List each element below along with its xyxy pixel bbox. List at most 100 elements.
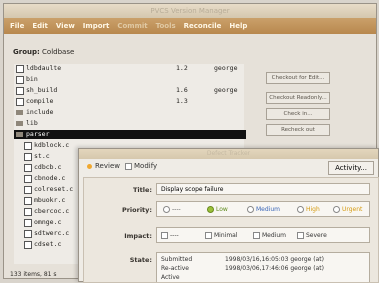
priority-option[interactable]: Low: [207, 206, 228, 213]
menu-reconcile[interactable]: Reconcile: [184, 22, 222, 30]
priority-option[interactable]: High: [297, 206, 320, 213]
priority-option-label: High: [306, 206, 320, 213]
checkbox-icon: [161, 232, 168, 239]
radio-icon: [207, 206, 214, 213]
group-label: Group:: [13, 48, 40, 56]
state-history: Submitted 1998/03/16,16:05:03 george (at)…: [156, 252, 370, 282]
impact-option[interactable]: ----: [161, 232, 179, 239]
title-field[interactable]: Display scope failure: [156, 183, 370, 195]
priority-option-label: ----: [172, 206, 181, 213]
file-icon: [24, 241, 32, 249]
group-row: Group: Coldbase: [13, 48, 74, 56]
priority-option-label: Urgent: [342, 206, 363, 213]
file-icon: [16, 87, 24, 95]
file-icon: [24, 142, 32, 150]
radio-icon: [247, 206, 254, 213]
folder-icon: [16, 132, 23, 137]
tree-row-name: omnge.c: [34, 218, 62, 226]
checkbox-icon: [205, 232, 212, 239]
folder-icon: [16, 121, 23, 126]
menu-commit[interactable]: Commit: [117, 22, 147, 30]
checkbox-icon: [125, 162, 132, 170]
radio-icon: [333, 206, 340, 213]
checkbox-icon: [297, 232, 304, 239]
menu-view[interactable]: View: [56, 22, 75, 30]
tree-row[interactable]: ldbdaulte 1.2 george: [14, 64, 244, 73]
priority-radio-group[interactable]: ---- Low Medium High Urgent: [156, 201, 370, 217]
tree-row-revision: 1.6: [176, 86, 188, 94]
tree-row[interactable]: compile 1.3: [14, 97, 244, 106]
recheck-out-button[interactable]: Recheck out: [266, 124, 330, 136]
tab-row: Review Modify Activity...: [79, 159, 379, 177]
radio-icon: [163, 206, 170, 213]
tree-row-name: sh_build: [26, 86, 58, 94]
folder-icon: [16, 110, 23, 115]
priority-option[interactable]: ----: [163, 206, 181, 213]
tree-row[interactable]: sh_build 1.6 george: [14, 86, 244, 95]
priority-option-label: Medium: [256, 206, 280, 213]
file-icon: [16, 65, 24, 73]
tree-row-name: mbuokr.c: [34, 196, 66, 204]
title-label: Title:: [132, 186, 152, 194]
file-icon: [24, 208, 32, 216]
defect-window: Defect Tracker Review Modify Activity...…: [78, 148, 379, 283]
tree-row-revision: 1.2: [176, 64, 188, 72]
menu-help[interactable]: Help: [229, 22, 247, 30]
file-icon: [24, 164, 32, 172]
tree-row-name: colreset.c: [34, 185, 74, 193]
tree-row-name: cbercoc.c: [34, 207, 70, 215]
tree-row-revision: 1.3: [176, 97, 188, 105]
checkout-readonly-button[interactable]: Checkout Readonly...: [266, 92, 330, 104]
tree-row-name: cbnode.c: [34, 174, 66, 182]
tree-row-name: parser: [26, 130, 50, 138]
impact-option[interactable]: Severe: [297, 232, 327, 239]
tree-row-name: st.c: [34, 152, 50, 160]
state-detail: 1998/03/16,16:05:03 george (at): [225, 256, 324, 263]
impact-option-label: Minimal: [214, 232, 238, 239]
impact-option-label: Severe: [306, 232, 327, 239]
state-label: State:: [129, 256, 152, 264]
tab-review[interactable]: Review: [87, 162, 120, 170]
defect-form: Title: Display scope failure Priority: -…: [83, 177, 379, 283]
priority-option-label: Low: [216, 206, 228, 213]
group-value: Coldbase: [42, 48, 75, 56]
tree-row[interactable]: bin: [14, 75, 244, 84]
menu-tools[interactable]: Tools: [156, 22, 176, 30]
impact-option[interactable]: Minimal: [205, 232, 238, 239]
impact-label: Impact:: [124, 232, 152, 240]
tree-row[interactable]: lib: [14, 119, 244, 128]
impact-option-label: Medium: [262, 232, 286, 239]
main-title: PVCS Version Manager: [4, 4, 376, 18]
checkout-edit-button[interactable]: Checkout for Edit...: [266, 72, 330, 84]
tree-row-name: kdblock.c: [34, 141, 70, 149]
impact-checkbox-group[interactable]: ---- Minimal Medium Severe: [156, 227, 370, 243]
menu-file[interactable]: File: [10, 22, 24, 30]
tree-row-name: sdtwerc.c: [34, 229, 70, 237]
priority-option[interactable]: Medium: [247, 206, 280, 213]
menu-bar: File Edit View Import Commit Tools Reconcile He…: [4, 18, 376, 34]
impact-option-label: ----: [170, 232, 179, 239]
priority-option[interactable]: Urgent: [333, 206, 362, 213]
tab-modify[interactable]: Modify: [125, 162, 157, 170]
menu-import[interactable]: Import: [83, 22, 110, 30]
state-name: Submitted: [161, 256, 193, 263]
activity-button[interactable]: Activity...: [328, 161, 374, 175]
radio-icon: [297, 206, 304, 213]
priority-label: Priority:: [121, 206, 152, 214]
file-icon: [24, 219, 32, 227]
file-icon: [24, 175, 32, 183]
file-icon: [16, 98, 24, 106]
defect-title: Defect Tracker: [79, 149, 378, 159]
tree-row-name: cdbcb.c: [34, 163, 62, 171]
tree-row-name: lib: [26, 119, 38, 127]
tree-row[interactable]: include: [14, 108, 244, 117]
impact-option[interactable]: Medium: [253, 232, 286, 239]
file-icon: [16, 76, 24, 84]
menu-edit[interactable]: Edit: [32, 22, 48, 30]
tree-row-locker: george: [214, 64, 238, 72]
checkin-button[interactable]: Check in...: [266, 108, 330, 120]
tree-row-selected[interactable]: parser: [14, 130, 246, 139]
tree-row-name: ldbdaulte: [26, 64, 62, 72]
state-name: Re-active: [161, 265, 189, 272]
tree-row-locker: george: [214, 86, 238, 94]
